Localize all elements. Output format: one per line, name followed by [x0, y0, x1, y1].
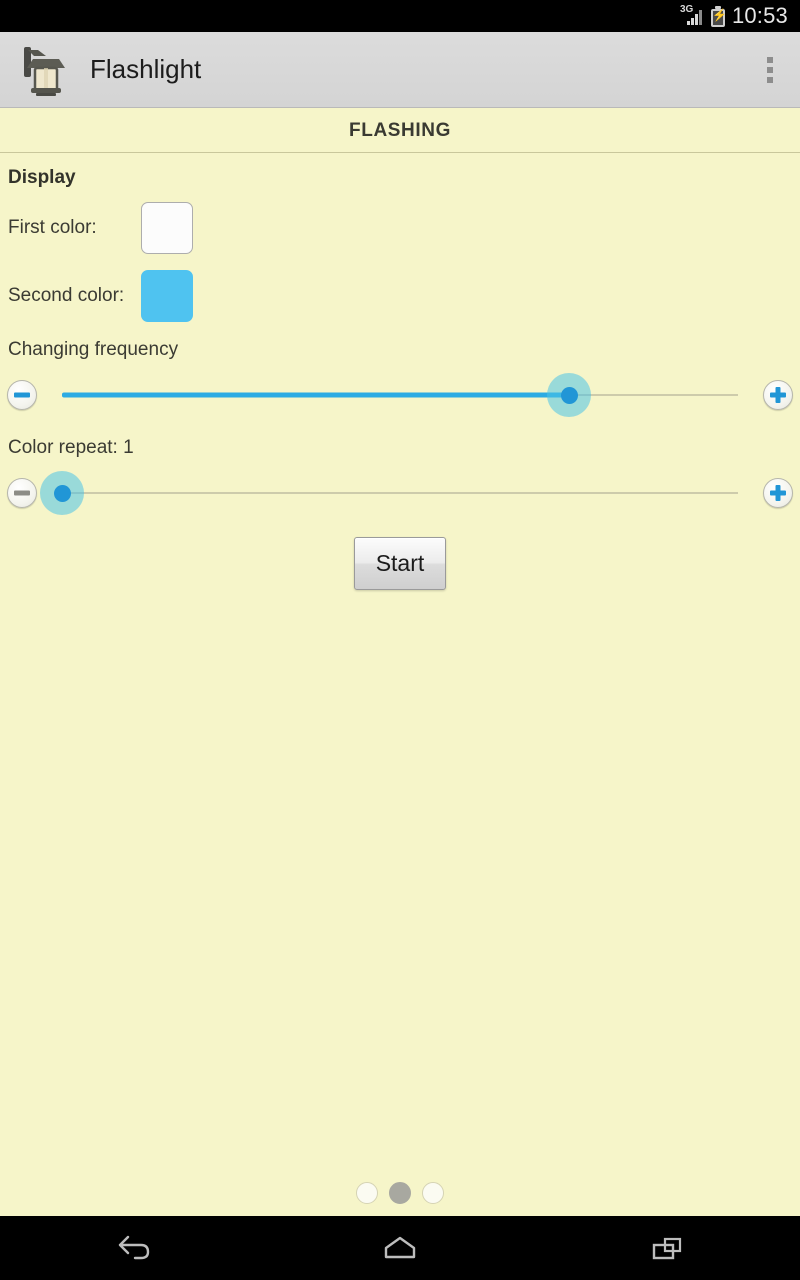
- page-dot[interactable]: [389, 1182, 411, 1204]
- repeat-slider-group: Color repeat: 1: [0, 437, 800, 521]
- start-button-container: Start: [0, 537, 800, 590]
- recents-icon[interactable]: [607, 1216, 727, 1280]
- battery-charging-icon: [710, 5, 727, 27]
- first-color-label: First color:: [8, 217, 97, 238]
- repeat-slider-thumb[interactable]: [40, 471, 84, 515]
- second-color-row: Second color:: [0, 267, 800, 325]
- repeat-minus-icon[interactable]: [7, 478, 37, 508]
- frequency-track-fill: [62, 392, 569, 398]
- repeat-label: Color repeat: 1: [8, 437, 134, 458]
- repeat-slider-row: [0, 465, 800, 521]
- signal-bars-icon: 3G: [680, 5, 704, 27]
- page-dot[interactable]: [422, 1182, 444, 1204]
- frequency-slider-row: [0, 367, 800, 423]
- start-button[interactable]: Start: [354, 537, 446, 590]
- tab-flashing[interactable]: FLASHING: [349, 120, 451, 142]
- frequency-slider[interactable]: [62, 373, 738, 417]
- page-indicator: [0, 1182, 800, 1204]
- status-bar-clock: 10:53: [731, 3, 788, 28]
- first-color-row: First color:: [0, 199, 800, 257]
- lantern-icon: [22, 43, 70, 97]
- repeat-slider[interactable]: [40, 471, 738, 515]
- section-title-display: Display: [8, 167, 76, 188]
- settings-content: Display First color: Second color: Chang…: [0, 153, 800, 590]
- status-bar: 3G 10:53: [0, 0, 800, 32]
- navigation-bar: [0, 1216, 800, 1280]
- status-icons: 3G 10:53: [680, 3, 788, 29]
- home-icon[interactable]: [340, 1216, 460, 1280]
- second-color-swatch[interactable]: [141, 270, 193, 322]
- frequency-slider-group: Changing frequency: [0, 339, 800, 423]
- frequency-plus-icon[interactable]: [763, 380, 793, 410]
- repeat-plus-icon[interactable]: [763, 478, 793, 508]
- back-icon[interactable]: [73, 1216, 193, 1280]
- action-bar: Flashlight: [0, 32, 800, 108]
- frequency-slider-thumb[interactable]: [547, 373, 591, 417]
- signal-strength-bars: [686, 10, 704, 25]
- frequency-minus-icon[interactable]: [7, 380, 37, 410]
- repeat-track: [62, 492, 738, 494]
- tab-strip: FLASHING: [0, 109, 800, 153]
- app-title: Flashlight: [90, 54, 202, 84]
- overflow-menu-icon[interactable]: [740, 32, 800, 108]
- second-color-label: Second color:: [8, 285, 125, 306]
- phone-screen: 3G 10:53 Flashlight FLASHING Display Fir…: [0, 0, 800, 1280]
- first-color-swatch[interactable]: [141, 202, 193, 254]
- page-dot[interactable]: [356, 1182, 378, 1204]
- frequency-label: Changing frequency: [8, 339, 179, 360]
